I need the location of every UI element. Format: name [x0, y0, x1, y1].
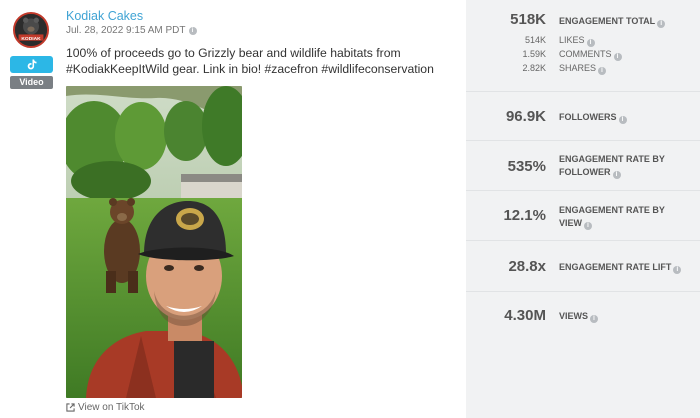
view-on-tiktok-link[interactable]: View on TikTok: [66, 402, 145, 413]
engagement-rate-follower-label: ENGAGEMENT RATE BY FOLLOWER i: [559, 154, 665, 179]
svg-text:KODIAK: KODIAK: [21, 36, 41, 42]
followers-value: 96.9K: [505, 108, 546, 125]
view-on-tiktok-label: View on TikTok: [78, 402, 145, 413]
info-icon[interactable]: i: [586, 39, 595, 47]
engagement-rate-lift-label: ENGAGEMENT RATE LIFT i: [559, 261, 689, 274]
metric-followers: 96.9K FOLLOWERS i: [466, 92, 700, 141]
avatar[interactable]: KODIAK: [13, 12, 49, 48]
post-caption: 100% of proceeds go to Grizzly bear and …: [66, 46, 434, 76]
tiktok-icon: [27, 59, 36, 70]
info-icon[interactable]: i: [612, 171, 621, 179]
metric-engagement-rate-lift: 28.8x ENGAGEMENT RATE LIFT i: [466, 241, 700, 292]
author-link[interactable]: Kodiak Cakes: [66, 9, 143, 23]
engagement-rate-view-label: ENGAGEMENT RATE BY VIEW i: [559, 205, 665, 230]
info-icon[interactable]: i: [188, 26, 197, 35]
views-label: VIEWS i: [559, 310, 689, 323]
post-date: Jul. 28, 2022 9:15 AM PDT i: [66, 25, 197, 36]
post-type-badge: Video: [10, 76, 53, 89]
video-thumbnail-image: [66, 86, 242, 398]
engagement-total-value: 518K: [510, 11, 546, 28]
metric-engagement-rate-view: 12.1% ENGAGEMENT RATE BY VIEW i: [466, 191, 700, 241]
external-link-icon: [66, 403, 75, 412]
comments-value: 1.59K: [522, 49, 546, 59]
views-value: 4.30M: [504, 307, 546, 324]
info-icon[interactable]: i: [598, 67, 607, 75]
info-icon[interactable]: i: [657, 20, 666, 28]
engagement-total-label: ENGAGEMENT TOTAL i: [559, 15, 689, 28]
shares-label: SHARES i: [559, 63, 607, 75]
info-icon[interactable]: i: [618, 116, 627, 124]
metric-engagement-rate-follower: 535% ENGAGEMENT RATE BY FOLLOWER i: [466, 141, 700, 191]
engagement-rate-follower-value: 535%: [507, 158, 546, 175]
info-icon[interactable]: i: [590, 315, 599, 323]
info-icon[interactable]: i: [584, 222, 593, 230]
metric-views: 4.30M VIEWS i: [466, 292, 700, 341]
likes-label: LIKES i: [559, 35, 595, 47]
kodiak-logo-icon: KODIAK: [15, 14, 47, 46]
likes-value: 514K: [524, 35, 546, 45]
platform-badge: [10, 56, 53, 73]
engagement-rate-lift-value: 28.8x: [508, 258, 546, 275]
comments-label: COMMENTS i: [559, 49, 622, 61]
info-icon[interactable]: i: [613, 53, 622, 61]
engagement-rate-view-value: 12.1%: [503, 207, 546, 224]
post-date-text: Jul. 28, 2022 9:15 AM PDT: [66, 25, 186, 36]
post-media-thumbnail[interactable]: [66, 86, 242, 398]
info-icon[interactable]: i: [673, 266, 682, 274]
followers-label: FOLLOWERS i: [559, 111, 689, 124]
shares-value: 2.82K: [522, 63, 546, 73]
